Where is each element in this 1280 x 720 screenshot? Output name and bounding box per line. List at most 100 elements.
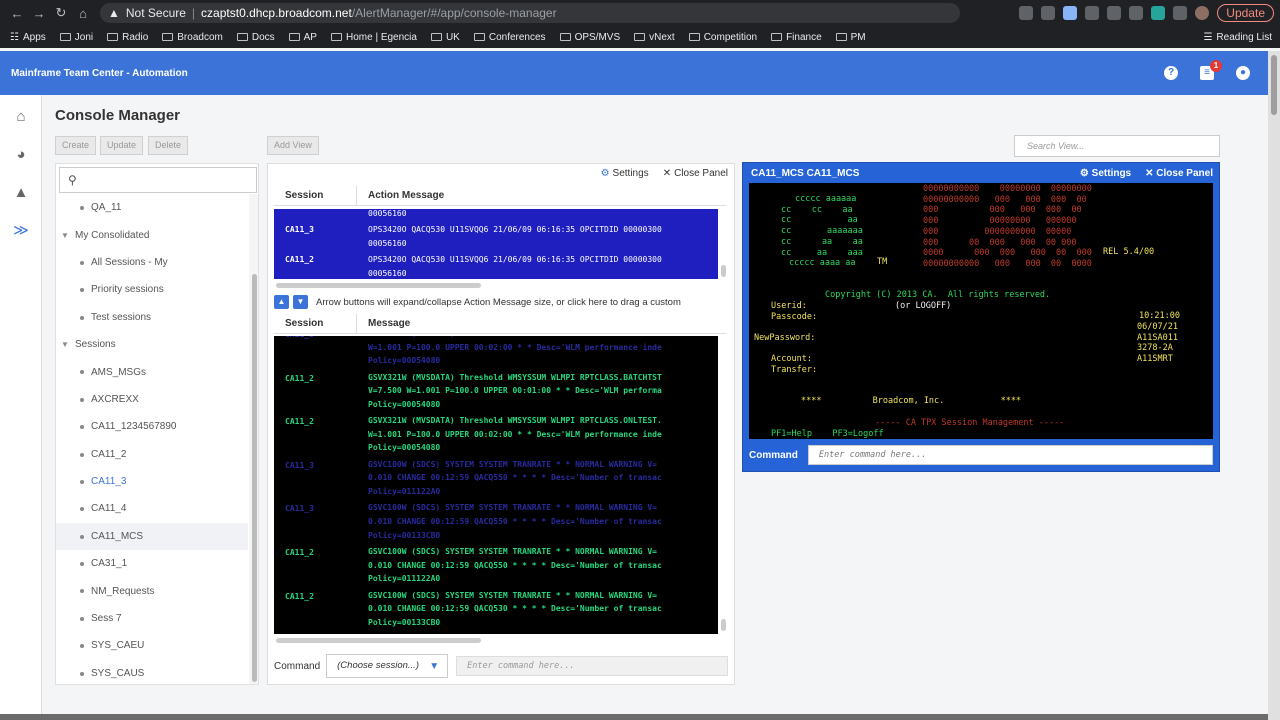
caret-down-icon[interactable]: ▼ <box>61 231 69 240</box>
delete-button[interactable]: Delete <box>148 136 189 155</box>
bookmark-label: Radio <box>122 31 149 43</box>
logo-line: ccccc aaaaaa <box>795 194 857 204</box>
command-input[interactable]: Enter command here... <box>807 445 1213 465</box>
tree-item[interactable]: SYS_CAEU <box>56 632 248 659</box>
action-message-grid[interactable]: 00056160 CA11_3 OPS3420O QACQ530 U11SVQQ6 … <box>274 209 718 279</box>
tree-item[interactable]: AXCREXX <box>56 386 248 413</box>
close-panel-button[interactable]: ✕ Close Panel <box>1145 168 1213 179</box>
message-grid[interactable]: CA11_3 GSVX321W (MVSDATA) Threshold WMSYS… <box>274 336 718 634</box>
tree-item[interactable]: NM_Requests <box>56 577 248 604</box>
close-panel-button[interactable]: ✕ Close Panel <box>663 168 728 179</box>
user-icon[interactable]: ● <box>1236 66 1250 80</box>
extension-icon[interactable] <box>1107 6 1122 20</box>
settings-button[interactable]: ⚙ Settings <box>601 168 649 179</box>
tree-item-label: SYS_CAUS <box>91 667 145 679</box>
tree-item[interactable]: Priority sessions <box>56 276 248 303</box>
bookmark-item[interactable]: PM <box>835 32 866 43</box>
home-icon[interactable]: ⌂ <box>72 6 94 21</box>
bookmark-label: vNext <box>649 31 675 43</box>
extension-icon[interactable] <box>1085 6 1100 20</box>
resize-hint[interactable]: Arrow buttons will expand/collapse Actio… <box>316 297 681 308</box>
bookmark-item[interactable]: OPS/MVS <box>559 32 620 43</box>
column-action-message[interactable]: Action Message <box>368 190 444 201</box>
address-bar[interactable]: ▲ Not Secure | czaptst0.dhcp.broadcom.ne… <box>100 3 960 23</box>
caret-down-icon[interactable]: ▼ <box>61 340 69 349</box>
reload-icon[interactable]: ↻ <box>50 5 72 21</box>
folder-icon <box>236 33 248 41</box>
alert-icon[interactable]: ▲ <box>0 173 42 211</box>
tree-item[interactable]: CA11_MCS <box>56 522 248 551</box>
tree-item[interactable]: All Sessions - My <box>56 249 248 276</box>
row-message: OPS3420O QACQ530 U11SVQQ6 21/06/09 06:16… <box>368 255 662 278</box>
action-vscroll[interactable] <box>721 265 726 277</box>
search-view-input[interactable]: Search View... <box>1014 135 1220 157</box>
tree-item[interactable]: SYS_CAUS <box>56 660 248 684</box>
bookmark-item[interactable]: vNext <box>634 32 675 43</box>
settings-button[interactable]: ⚙ Settings <box>1080 168 1131 179</box>
command-input[interactable]: Enter command here... <box>456 656 729 676</box>
session-select[interactable]: (Choose session...) ▼ <box>326 654 449 678</box>
reading-list-button[interactable]: ☰ Reading List <box>1203 32 1272 43</box>
folder-icon <box>59 33 71 41</box>
bookmark-item[interactable]: Competition <box>688 32 757 43</box>
date-value: 06/07/21 <box>1137 322 1178 332</box>
action-hscroll[interactable] <box>276 283 481 288</box>
tree-item[interactable]: CA11_1234567890 <box>56 413 248 440</box>
terminal-screen[interactable]: 00000000000 00000000 00000000 00000000000… <box>749 183 1213 439</box>
extension-icon[interactable] <box>1041 6 1056 20</box>
bookmark-item[interactable]: Conferences <box>473 32 546 43</box>
notifications-icon[interactable]: ≡ 1 <box>1200 60 1222 80</box>
tree-group[interactable]: ▼ My Consolidated <box>56 221 248 248</box>
bookmark-item[interactable]: ☷ Apps <box>10 32 46 43</box>
create-button[interactable]: Create <box>55 136 97 155</box>
tree-item[interactable]: CA31_1 <box>56 550 248 577</box>
update-button[interactable]: Update <box>1217 4 1274 22</box>
tree-item[interactable]: CA11_2 <box>56 441 248 468</box>
home-icon[interactable]: ⌂ <box>0 97 42 135</box>
bookmark-item[interactable]: Joni <box>59 32 93 43</box>
bookmark-item[interactable]: Radio <box>107 32 148 43</box>
tree-group[interactable]: ▼ Sessions <box>56 331 248 358</box>
tree-item[interactable]: CA11_3 <box>56 468 248 495</box>
forward-icon[interactable]: → <box>28 6 50 21</box>
bookmark-item[interactable]: Home | Egencia <box>330 32 417 43</box>
dashboard-icon[interactable]: ◕ <box>0 135 42 173</box>
back-icon[interactable]: ← <box>6 6 28 21</box>
page-scrollbar[interactable] <box>1268 51 1280 720</box>
resize-bar[interactable]: ▲ ▼ Arrow buttons will expand/collapse A… <box>274 294 730 310</box>
tree-scrollbar[interactable] <box>249 194 258 684</box>
console-panel: ⚙ Settings ✕ Close Panel Session Action Me… <box>267 163 735 685</box>
logo-line: cc aa aa <box>781 236 863 247</box>
tree-item[interactable]: Sess 7 <box>56 605 248 632</box>
extension-icon[interactable] <box>1019 6 1034 20</box>
star-icon[interactable] <box>1063 6 1078 20</box>
extension-icon[interactable] <box>1151 6 1166 20</box>
tree-item[interactable]: QA_11 <box>56 194 248 221</box>
bookmark-item[interactable]: UK <box>430 32 460 43</box>
help-icon[interactable]: ? <box>1164 66 1178 80</box>
tree-item[interactable]: AMS_MSGs <box>56 358 248 385</box>
bookmark-item[interactable]: Broadcom <box>162 32 223 43</box>
newpassword-label: NewPassword: <box>754 333 816 343</box>
command-label: Command <box>274 660 321 672</box>
add-view-button[interactable]: Add View <box>267 136 319 155</box>
tree-item[interactable]: CA11_4 <box>56 495 248 522</box>
column-session[interactable]: Session <box>285 190 323 201</box>
tree-item-label: SYS_CAEU <box>91 640 145 652</box>
update-button[interactable]: Update <box>100 136 144 155</box>
column-session[interactable]: Session <box>285 318 323 329</box>
bookmark-item[interactable]: Finance <box>771 32 822 43</box>
extension-icon[interactable] <box>1129 6 1144 20</box>
puzzle-icon[interactable] <box>1173 6 1188 20</box>
console-icon[interactable]: ≫ <box>0 211 42 249</box>
expand-up-icon[interactable]: ▲ <box>274 295 289 309</box>
tree-search-input[interactable]: ⚲ <box>59 167 257 193</box>
message-vscroll[interactable] <box>721 619 726 631</box>
bookmark-item[interactable]: AP <box>288 32 317 43</box>
message-hscroll[interactable] <box>276 638 481 643</box>
column-message[interactable]: Message <box>368 318 410 329</box>
tree-item[interactable]: Test sessions <box>56 304 248 331</box>
profile-avatar[interactable] <box>1195 6 1210 20</box>
bookmark-item[interactable]: Docs <box>236 32 275 43</box>
collapse-down-icon[interactable]: ▼ <box>293 295 308 309</box>
